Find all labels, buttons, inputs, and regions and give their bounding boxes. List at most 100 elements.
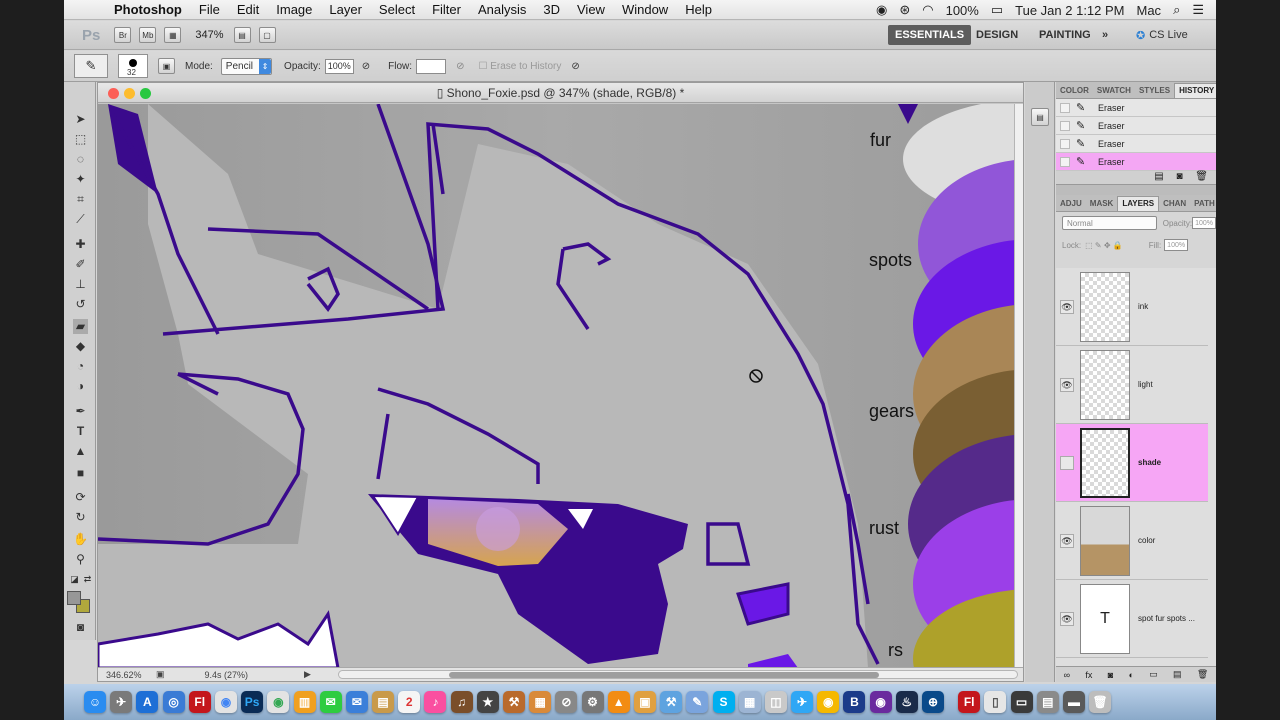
menu-edit[interactable]: Edit — [237, 2, 259, 17]
tab-adjustments[interactable]: ADJU — [1056, 197, 1086, 211]
vlc-icon[interactable]: ▲ — [607, 691, 630, 713]
skype-icon[interactable]: S — [712, 691, 735, 713]
history-item[interactable]: ✎ Eraser — [1056, 117, 1216, 135]
imovie-icon[interactable]: ★ — [476, 691, 499, 713]
layer-row[interactable]: 👁 ink — [1056, 268, 1208, 346]
workspace-more-icon[interactable]: » — [1102, 25, 1108, 45]
crop-tool-icon[interactable]: ⌗ — [73, 192, 88, 207]
layer-row[interactable]: 👁 T spot fur spots ... — [1056, 580, 1208, 658]
layer-row[interactable]: 👁 color — [1056, 502, 1208, 580]
menu-3d[interactable]: 3D — [543, 2, 560, 17]
chrome-icon[interactable]: ◉ — [214, 691, 237, 713]
spotlight-icon[interactable]: ⌕ — [1173, 2, 1180, 18]
compass-icon[interactable]: ✈ — [791, 691, 814, 713]
itunes-icon[interactable]: ♪ — [424, 691, 447, 713]
horizontal-scroll-thumb[interactable] — [449, 672, 879, 678]
new-document-icon[interactable]: ▤ — [1154, 171, 1163, 182]
tab-color[interactable]: COLOR — [1056, 84, 1093, 98]
arrange-button[interactable]: ▤ — [233, 27, 251, 43]
launchpad-icon[interactable]: ✈ — [110, 691, 133, 713]
minibridge-button[interactable]: Mb — [139, 27, 157, 43]
screen-mode-button[interactable]: ▢ — [258, 27, 276, 43]
minimize-button[interactable] — [124, 88, 135, 99]
visibility-eye-icon[interactable]: 👁 — [1060, 612, 1074, 626]
foreground-color-swatch[interactable] — [67, 591, 81, 605]
history-brush-tool-icon[interactable]: ↺ — [73, 297, 88, 312]
menu-app[interactable]: Photoshop — [114, 2, 182, 17]
eraser-tool-icon[interactable]: ▰ — [73, 319, 88, 334]
zoom-level[interactable]: 347% — [195, 29, 223, 41]
safari-icon[interactable]: ◎ — [162, 691, 185, 713]
document-icon[interactable]: ▯ — [984, 691, 1007, 713]
ibooks-icon[interactable]: ▥ — [293, 691, 316, 713]
app-store-icon[interactable]: A — [136, 691, 159, 713]
lock-pixels-icon[interactable]: ⬚ ✎ ✥ 🔒 — [1085, 241, 1123, 250]
trash-icon[interactable]: 🗑 — [1195, 171, 1208, 182]
healing-tool-icon[interactable]: ✚ — [73, 237, 88, 252]
close-button[interactable] — [108, 88, 119, 99]
snapshot-icon[interactable]: ◙ — [1176, 171, 1182, 182]
capture-icon[interactable]: ◫ — [764, 691, 787, 713]
link-layers-icon[interactable]: ∞ — [1064, 670, 1070, 680]
3d-rotate-tool-icon[interactable]: ⟳ — [73, 490, 88, 505]
menu-filter[interactable]: Filter — [432, 2, 461, 17]
shape-tool-icon[interactable]: ■ — [73, 466, 88, 481]
menu-analysis[interactable]: Analysis — [478, 2, 526, 17]
preview-icon[interactable]: ▣ — [633, 691, 656, 713]
brush-tool-icon[interactable]: ✐ — [73, 257, 88, 272]
trash-icon[interactable]: 🗑 — [1089, 691, 1112, 713]
stack-icon[interactable]: ▤ — [1036, 691, 1059, 713]
menu-image[interactable]: Image — [276, 2, 312, 17]
horizontal-scrollbar[interactable] — [338, 670, 1018, 679]
clock[interactable]: Tue Jan 2 1:12 PM — [1015, 3, 1124, 18]
blur-tool-icon[interactable]: ◔ — [73, 359, 88, 374]
notification-icon[interactable]: ☰ — [1192, 2, 1204, 18]
tab-swatches[interactable]: SWATCH — [1093, 84, 1135, 98]
script-editor-icon[interactable]: ✎ — [686, 691, 709, 713]
layer-style-icon[interactable]: fx — [1085, 670, 1092, 680]
marquee-tool-icon[interactable]: ⬚ — [73, 132, 88, 147]
scroll-right-icon[interactable]: ▶ — [304, 669, 311, 680]
layer-row-selected[interactable]: shade — [1056, 424, 1208, 502]
mail-icon[interactable]: ✉ — [345, 691, 368, 713]
chrome-canary-icon-2[interactable]: ◉ — [817, 691, 840, 713]
record-icon[interactable]: ◉ — [876, 2, 887, 18]
history-item-current[interactable]: ✎ Eraser — [1056, 153, 1216, 171]
visibility-eye-icon[interactable]: 👁 — [1060, 534, 1074, 548]
zoom-button[interactable] — [140, 88, 151, 99]
status-menu-icon[interactable]: ▣ — [156, 669, 165, 680]
menu-help[interactable]: Help — [685, 2, 712, 17]
flash-icon[interactable]: Fl — [188, 691, 211, 713]
lasso-tool-icon[interactable]: ◌ — [73, 152, 88, 167]
archive-icon[interactable]: ▦ — [738, 691, 761, 713]
firefox-dev-icon[interactable]: ◉ — [869, 691, 892, 713]
bridge-button[interactable]: Br — [114, 27, 132, 43]
extras-button[interactable]: ▦ — [164, 27, 182, 43]
blend-mode-select[interactable]: Normal — [1062, 216, 1157, 230]
pressure-size-icon[interactable]: ⊘ — [571, 61, 579, 72]
menu-layer[interactable]: Layer — [329, 2, 362, 17]
swap-colors-icon[interactable]: ⇄ — [80, 572, 95, 587]
visibility-eye-icon[interactable]: 👁 — [1060, 378, 1074, 392]
canvas[interactable]: fur spots gears rust rs — [98, 104, 1015, 668]
stamp-tool-icon[interactable]: ⊥ — [73, 277, 88, 292]
wifi-icon[interactable]: ◠ — [922, 2, 933, 18]
messages-icon[interactable]: ✉ — [319, 691, 342, 713]
status-zoom[interactable]: 346.62% — [106, 670, 152, 680]
xcode-icon[interactable]: ⚒ — [660, 691, 683, 713]
folder-icon[interactable]: ▬ — [1062, 691, 1085, 713]
pressure-opacity-icon[interactable]: ⊘ — [362, 61, 370, 72]
battery-icon[interactable]: ▭ — [991, 2, 1003, 18]
utility-icon[interactable]: ⊘ — [555, 691, 578, 713]
user-name[interactable]: Mac — [1137, 3, 1162, 18]
add-mask-icon[interactable]: ◙ — [1108, 670, 1113, 680]
zoom-tool-icon[interactable]: ⚲ — [73, 552, 88, 567]
finder-icon[interactable]: ☺ — [84, 691, 106, 713]
tab-history[interactable]: HISTORY — [1174, 83, 1216, 98]
tab-masks[interactable]: MASK — [1086, 197, 1118, 211]
notes-icon[interactable]: ▤ — [372, 691, 395, 713]
tab-channels[interactable]: CHAN — [1159, 197, 1190, 211]
flow-field[interactable] — [416, 58, 447, 74]
panel-toggle-icon[interactable]: ▤ — [1031, 108, 1049, 126]
vertical-scrollbar[interactable] — [1014, 104, 1023, 668]
